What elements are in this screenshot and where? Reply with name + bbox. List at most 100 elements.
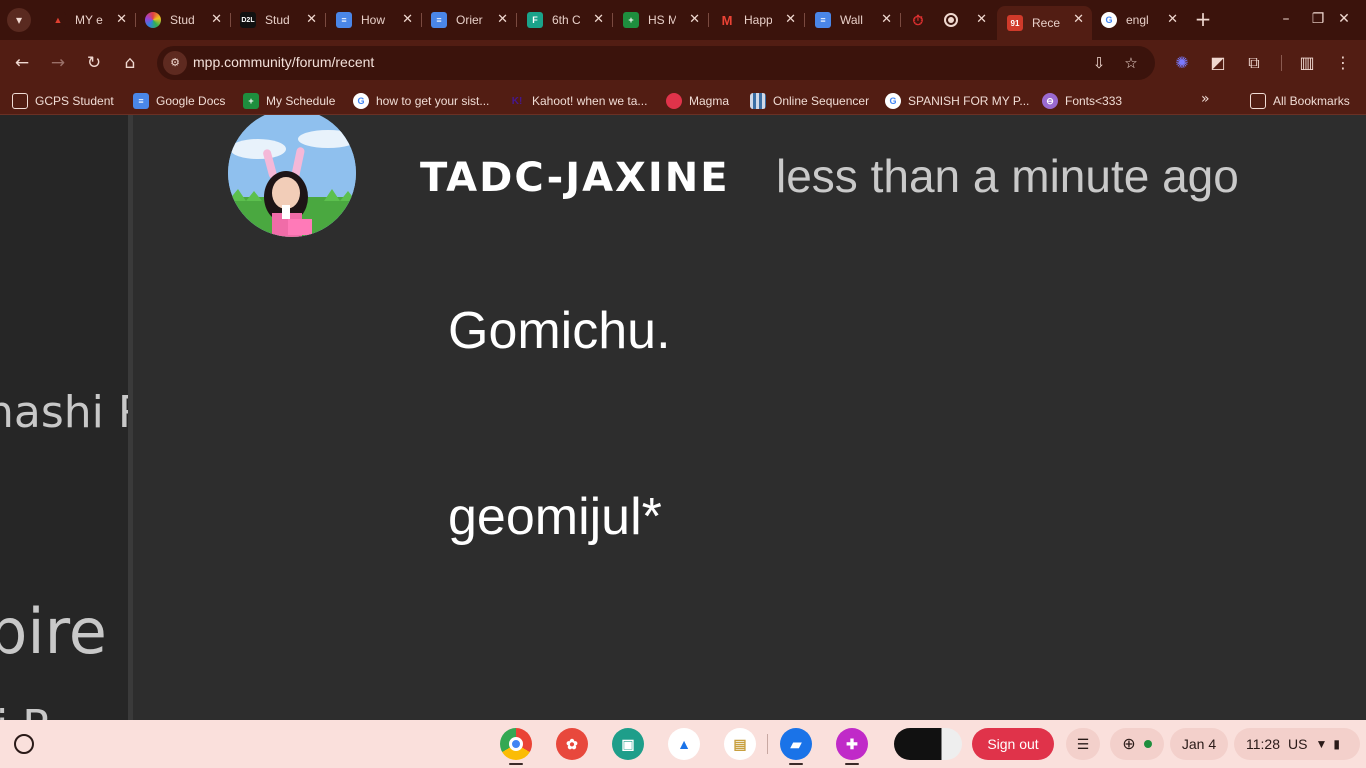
tab-title: HS M xyxy=(648,13,676,27)
running-indicator xyxy=(509,763,523,765)
new-tab-plus-icon[interactable]: + xyxy=(1192,8,1214,30)
tab-close-icon[interactable]: ✕ xyxy=(211,12,222,28)
launcher-icon[interactable] xyxy=(14,734,34,754)
tab-close-icon[interactable]: ✕ xyxy=(402,12,413,28)
restore-icon[interactable]: ❐ xyxy=(1307,8,1329,30)
extension-reader-icon[interactable]: ◩ xyxy=(1206,51,1230,75)
tab-close-icon[interactable]: ✕ xyxy=(116,12,127,28)
tab[interactable]: ≡ Orier ✕ xyxy=(421,6,517,34)
keep-app-icon[interactable]: ▤ xyxy=(724,728,756,760)
post-timestamp: less than a minute ago xyxy=(776,150,1239,202)
google-icon: G xyxy=(885,93,901,109)
wifi-icon: ▼ xyxy=(1315,737,1328,751)
site-info-icon[interactable]: ⚙ xyxy=(163,51,187,75)
system-tray[interactable]: 11:28 US ▼ ▮ xyxy=(1234,728,1360,760)
user-avatar[interactable] xyxy=(228,115,356,237)
tab-title: How xyxy=(361,13,386,27)
url-text[interactable]: mpp.community/forum/recent xyxy=(193,54,374,70)
kahoot-icon: K! xyxy=(511,95,523,107)
folder-icon xyxy=(12,93,28,109)
bookmark-item[interactable]: K! Kahoot! when we ta... xyxy=(509,91,648,111)
tab[interactable]: ≡ How ✕ xyxy=(326,6,422,34)
tab-close-icon[interactable]: ✕ xyxy=(1073,12,1084,28)
docs-icon: ≡ xyxy=(431,12,447,28)
side-panel-icon[interactable]: ▥ xyxy=(1295,51,1319,75)
tab-close-icon[interactable]: ✕ xyxy=(497,12,508,28)
sequencer-icon xyxy=(750,93,766,109)
bookmark-item[interactable]: GCPS Student xyxy=(12,91,114,111)
add-circle-icon: ⊕ xyxy=(1122,736,1136,753)
bookmark-item[interactable]: ⊖ Fonts<333 xyxy=(1042,91,1122,111)
tab[interactable]: D2L Stud ✕ xyxy=(230,6,326,34)
menu-kebab-icon[interactable]: ⋮ xyxy=(1331,51,1355,75)
bookmark-label: Fonts<333 xyxy=(1065,94,1123,108)
gallery-app-icon[interactable]: ✚ xyxy=(836,728,868,760)
canvas-app-icon[interactable]: ✿ xyxy=(556,728,588,760)
tab[interactable]: F 6th C ✕ xyxy=(517,6,613,34)
bookmark-item[interactable]: + My Schedule xyxy=(243,91,335,111)
extensions-puzzle-icon[interactable]: ⧉ xyxy=(1242,51,1266,75)
tab-close-icon[interactable]: ✕ xyxy=(593,12,604,28)
status-dot-icon xyxy=(1143,740,1152,748)
forward-arrow-icon[interactable]: → xyxy=(46,51,70,75)
tab-close-icon[interactable]: ✕ xyxy=(976,12,987,28)
close-window-icon[interactable]: ✕ xyxy=(1333,8,1355,30)
chrome-app-icon[interactable] xyxy=(500,728,532,760)
bookmark-star-icon[interactable]: ☆ xyxy=(1121,53,1141,73)
date-pill[interactable]: Jan 4 xyxy=(1170,728,1228,760)
google-icon: G xyxy=(1101,12,1117,28)
reload-icon[interactable]: ↻ xyxy=(82,51,106,75)
tab-title: Orier xyxy=(456,13,483,27)
tab[interactable]: ≡ Wall ✕ xyxy=(805,6,901,34)
files-app-icon[interactable]: ▰ xyxy=(780,728,812,760)
tab[interactable]: Stud ✕ xyxy=(135,6,231,34)
forms-icon: F xyxy=(527,12,543,28)
tab[interactable]: ⏱ ✕ xyxy=(900,6,995,34)
tab[interactable]: ▲ MY e ✕ xyxy=(40,6,136,34)
drive-app-icon[interactable]: ▲ xyxy=(668,728,700,760)
tab-search-chevron-icon[interactable]: ▾ xyxy=(7,8,31,32)
tab[interactable]: M Happ ✕ xyxy=(709,6,805,34)
bookmark-item[interactable]: Online Sequencer xyxy=(750,91,869,111)
bookmarks-bar: GCPS Student ≡ Google Docs + My Schedule… xyxy=(0,86,1366,115)
tab-close-icon[interactable]: ✕ xyxy=(785,12,796,28)
tab-close-icon[interactable]: ✕ xyxy=(689,12,700,28)
google-icon: G xyxy=(353,93,369,109)
all-bookmarks-button[interactable]: All Bookmarks xyxy=(1250,91,1350,111)
tab-title: 6th C xyxy=(552,13,580,27)
post-message-line: geomijul* xyxy=(448,488,662,546)
tab-close-icon[interactable]: ✕ xyxy=(881,12,892,28)
tab[interactable]: G engl ✕ xyxy=(1091,6,1186,34)
sidebar-divider xyxy=(128,115,133,720)
bookmark-item[interactable]: G SPANISH FOR MY P... xyxy=(885,91,1029,111)
sidebar-clipped-text[interactable]: i R xyxy=(0,701,53,720)
mpp-icon: 91 xyxy=(1007,15,1023,31)
sheets-icon: + xyxy=(243,93,259,109)
extension-flower-icon[interactable]: ✺ xyxy=(1170,51,1194,75)
tab-close-icon[interactable]: ✕ xyxy=(1167,12,1178,28)
status-indicators[interactable]: ⊕ xyxy=(1110,728,1164,760)
media-preview-icon[interactable] xyxy=(894,728,962,760)
avatar-image xyxy=(228,115,356,237)
back-arrow-icon[interactable]: ← xyxy=(10,51,34,75)
sidebar-clipped-text[interactable]: nashi R xyxy=(0,387,128,438)
post-username[interactable]: TADC-JAXINE xyxy=(420,155,730,201)
address-bar[interactable]: ⚙ mpp.community/forum/recent ⇩ ☆ xyxy=(157,46,1155,80)
folder-icon xyxy=(1250,93,1266,109)
bookmark-label: SPANISH FOR MY P... xyxy=(908,94,1030,108)
sign-out-button[interactable]: Sign out xyxy=(972,728,1054,760)
tab-close-icon[interactable]: ✕ xyxy=(306,12,317,28)
bookmark-item[interactable]: Magma xyxy=(666,91,729,111)
install-app-icon[interactable]: ⇩ xyxy=(1089,53,1109,73)
tab-title: Happ xyxy=(744,13,772,27)
home-icon[interactable]: ⌂ xyxy=(118,51,142,75)
more-bookmarks-chevron-icon[interactable]: » xyxy=(1201,91,1210,107)
tote-icon[interactable]: ☰ xyxy=(1066,728,1100,760)
classroom-app-icon[interactable]: ▣ xyxy=(612,728,644,760)
tab-active[interactable]: 91 Rece ✕ xyxy=(997,6,1092,40)
bookmark-item[interactable]: G how to get your sist... xyxy=(353,91,489,111)
minimize-icon[interactable]: – xyxy=(1275,8,1297,30)
sidebar-clipped-text[interactable]: pire xyxy=(0,595,107,668)
tab[interactable]: + HS M ✕ xyxy=(613,6,709,34)
bookmark-item[interactable]: ≡ Google Docs xyxy=(133,91,225,111)
